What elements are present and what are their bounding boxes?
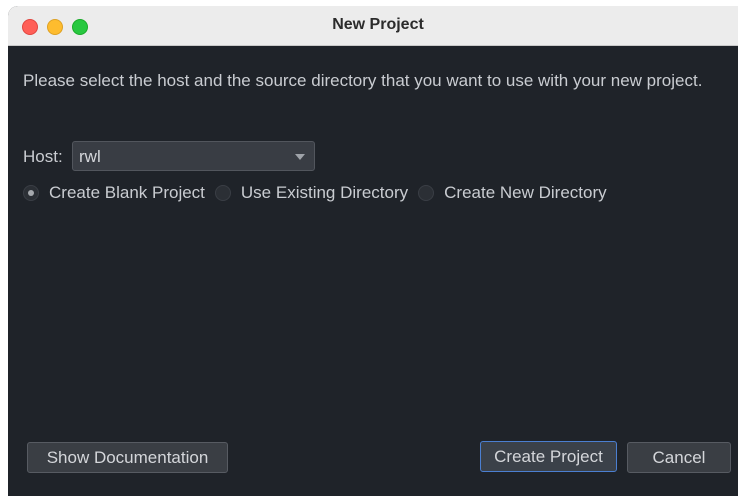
- radio-label: Use Existing Directory: [240, 183, 409, 202]
- radio-unchecked-icon[interactable]: [214, 185, 231, 201]
- title-bar: New Project: [8, 6, 738, 46]
- project-type-radio-group: Create Blank Project Use Existing Direct…: [23, 180, 617, 206]
- host-select[interactable]: rwl: [72, 141, 315, 171]
- radio-label: Create Blank Project: [49, 183, 205, 202]
- show-documentation-button[interactable]: Show Documentation: [27, 442, 228, 473]
- radio-create-new-directory[interactable]: Create New Directory: [418, 183, 607, 203]
- new-project-dialog: New Project Please select the host and t…: [8, 6, 738, 496]
- host-label: Host:: [23, 147, 63, 166]
- dialog-message: Please select the host and the source di…: [23, 71, 703, 90]
- create-project-button[interactable]: Create Project: [480, 441, 617, 472]
- radio-unchecked-icon[interactable]: [418, 185, 435, 201]
- radio-label: Create New Directory: [444, 183, 607, 202]
- chevron-down-icon: [295, 154, 305, 160]
- radio-use-existing-directory[interactable]: Use Existing Directory: [214, 183, 409, 203]
- radio-create-blank-project[interactable]: Create Blank Project: [23, 183, 205, 203]
- cancel-button[interactable]: Cancel: [627, 442, 731, 473]
- host-select-value: rwl: [79, 147, 101, 166]
- window-title: New Project: [332, 16, 424, 33]
- radio-checked-icon[interactable]: [23, 185, 39, 201]
